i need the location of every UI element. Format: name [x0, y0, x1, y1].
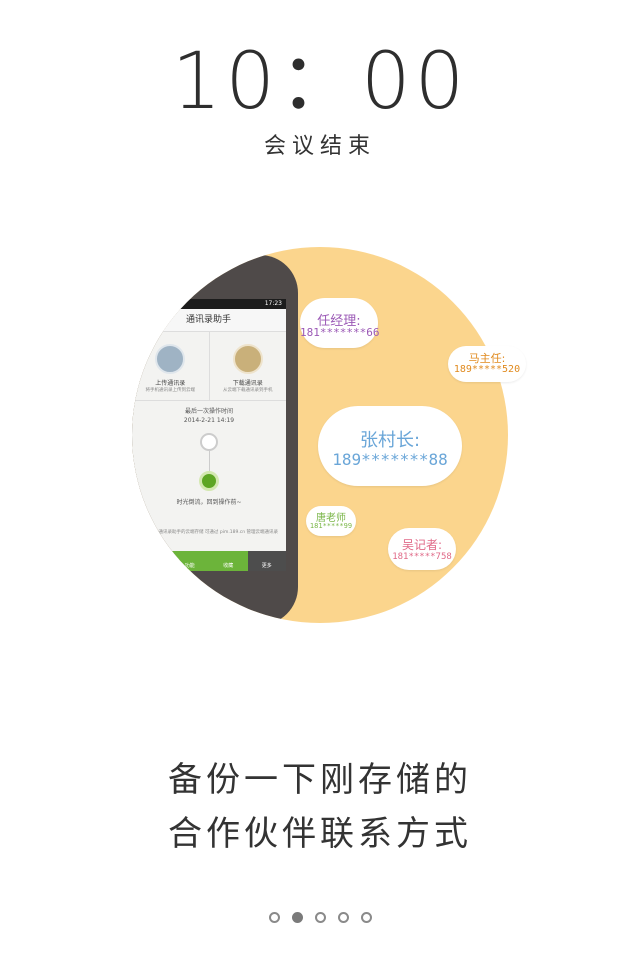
- caption-line-2: 合作伙伴联系方式: [168, 814, 472, 854]
- contact-number: 181*****758: [392, 552, 452, 562]
- upload-contacts-button[interactable]: 上传通讯录 将手机通讯录上传到云端: [132, 332, 209, 400]
- contact-number: 181*****99: [309, 522, 353, 530]
- contact-cloud-5: 吴记者: 181*****758: [388, 528, 456, 570]
- contact-cloud-2: 马主任: 189*****520: [448, 346, 526, 382]
- page-dot-3[interactable]: [314, 912, 326, 923]
- contact-number: 181*******66: [300, 326, 380, 339]
- footnote: 号号需由本通讯录助手的云端存储 可通过 pim.189.cn 管理云端通讯录: [136, 530, 279, 535]
- contact-cloud-3: 张村长: 189*******88: [318, 406, 462, 486]
- page-dot-2[interactable]: [291, 912, 303, 923]
- rollback-label: 时光倒流，回到操作前~: [176, 499, 242, 506]
- last-op-time: 2014-2-21 14:19: [183, 417, 235, 424]
- contact-number: 189*******88: [332, 450, 448, 469]
- contact-cloud-1: 任经理: 181*******66: [300, 298, 380, 348]
- phone-screen: 17:23 通讯录助手 上传通讯录 将手机通讯录上传到云端 下载通讯录 从云端下…: [132, 299, 286, 571]
- rollback-dot-button[interactable]: [199, 471, 219, 491]
- last-op-label: 最后一次操作时间: [184, 408, 233, 415]
- download-label: 下载通讯录: [232, 380, 263, 387]
- contact-number: 189*****520: [453, 364, 521, 375]
- clock-time: 10：00: [171, 37, 469, 127]
- tab-function[interactable]: 功能: [171, 551, 210, 571]
- app-title: 通讯录助手: [132, 309, 286, 332]
- status-bar: 17:23: [132, 299, 286, 309]
- timeline-line: [208, 451, 210, 471]
- contact-name: 吴记者:: [401, 538, 443, 552]
- timeline-dot: [200, 433, 218, 451]
- tab-favorite[interactable]: 收藏: [209, 551, 248, 571]
- contact-name: 张村长:: [359, 430, 421, 451]
- download-desc: 从云端下载通讯录到手机: [223, 388, 273, 393]
- page-indicator: [0, 912, 640, 923]
- cloud-download-icon: [232, 344, 263, 374]
- page-dot-4[interactable]: [337, 912, 349, 923]
- tab-more[interactable]: 更多: [247, 551, 286, 571]
- event-subtitle: 会议结束: [263, 134, 376, 159]
- download-contacts-button[interactable]: 下载通讯录 从云端下载通讯录到手机: [208, 332, 287, 400]
- phone-upload-icon: [155, 344, 186, 374]
- page-dot-5[interactable]: [360, 912, 372, 923]
- upload-desc: 将手机通讯录上传到云端: [145, 388, 196, 393]
- contact-cloud-4: 唐老师 181*****99: [306, 506, 356, 536]
- page-dot-1[interactable]: [268, 912, 280, 923]
- phone-mockup: 17:23 通讯录助手 上传通讯录 将手机通讯录上传到云端 下载通讯录 从云端下…: [132, 255, 298, 623]
- caption-line-1: 备份一下刚存储的: [168, 760, 472, 800]
- upload-label: 上传通讯录: [155, 380, 186, 387]
- tab-sync[interactable]: 同步: [132, 551, 171, 571]
- bottom-tab-bar: 同步 功能 收藏 更多: [132, 551, 286, 571]
